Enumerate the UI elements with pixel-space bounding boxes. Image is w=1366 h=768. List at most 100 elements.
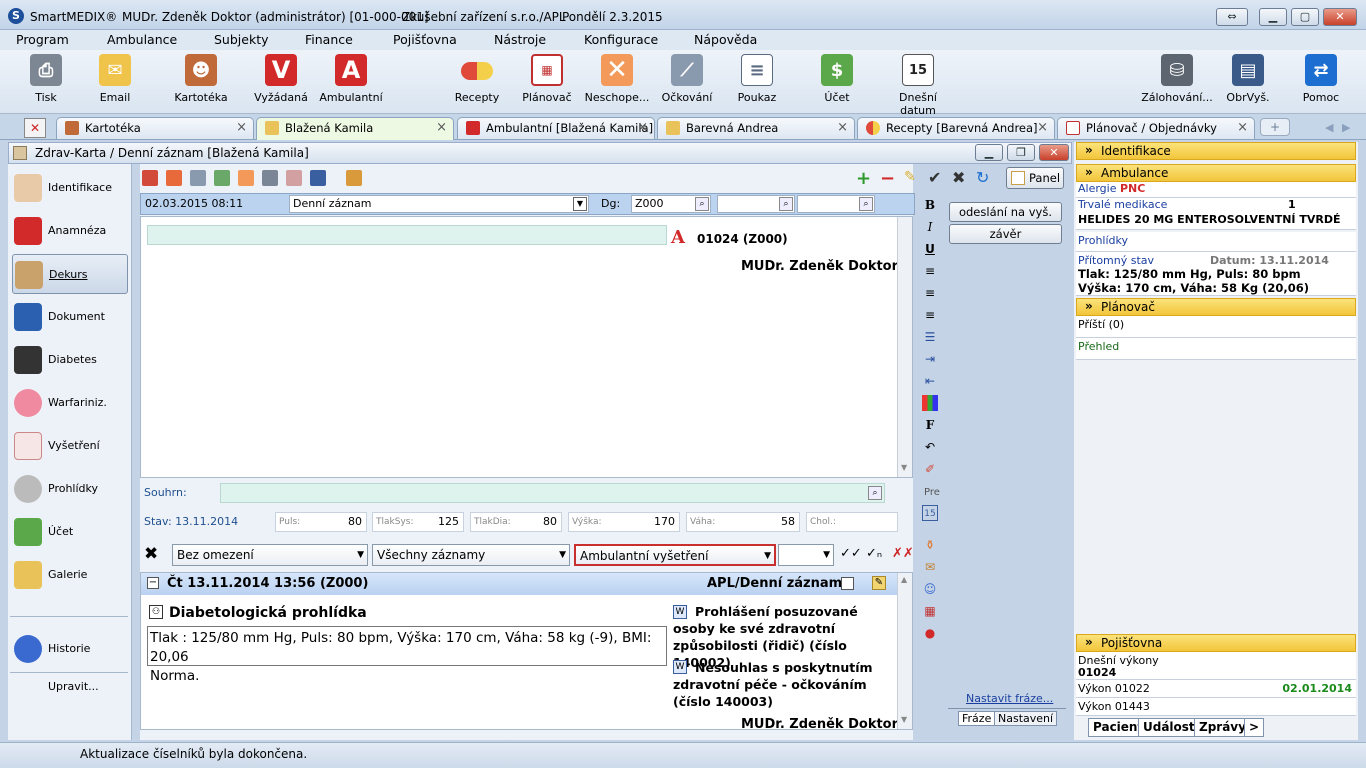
font-icon[interactable]: F (922, 417, 938, 433)
tab-fraze[interactable]: Fráze (958, 711, 996, 726)
vykon-01443-row[interactable]: Výkon 01443 (1076, 698, 1356, 716)
tab-more[interactable]: > (1244, 718, 1265, 737)
confirm-icon[interactable]: ✔ (928, 168, 941, 187)
nav-warfariniz[interactable]: Warfariniz. (12, 383, 128, 423)
pomoc-button[interactable]: ⇄ Pomoc (1285, 54, 1357, 104)
menu-nastroje[interactable]: Nástroje (494, 32, 546, 47)
record-body[interactable]: Tlak : 125/80 mm Hg, Puls: 80 bpm, Výška… (147, 626, 667, 684)
nav-prohlidky[interactable]: Prohlídky (12, 469, 128, 509)
new-tab-icon[interactable]: + (1260, 118, 1290, 136)
align-right-icon[interactable]: ≡ (922, 307, 938, 323)
cancel-icon[interactable]: ✖ (952, 168, 965, 187)
nav-upravit[interactable]: Upravit... (12, 667, 128, 707)
user-small-icon[interactable]: ☺ (922, 581, 938, 597)
neschopenka-button[interactable]: ✕ Neschope... (581, 54, 653, 104)
tab-close-icon[interactable]: × (637, 118, 648, 138)
tab-close-icon[interactable]: × (1037, 118, 1048, 138)
nav-dekurs[interactable]: Dekurs (12, 254, 128, 294)
refresh-icon[interactable]: ↻ (976, 168, 989, 187)
prohlidky-row[interactable]: Prohlídky (1076, 232, 1356, 252)
syringe-small-icon[interactable] (262, 170, 278, 186)
vital-chol[interactable]: Chol.: (806, 512, 898, 532)
undo-icon[interactable]: ↶ (922, 439, 938, 455)
tab-zpravy[interactable]: Zprávy (1194, 718, 1251, 737)
calendar-small-icon[interactable]: 15 (922, 505, 938, 521)
nav-historie[interactable]: Historie (12, 629, 128, 669)
search-icon[interactable]: ⌕ (859, 197, 873, 211)
pristi-row[interactable]: Příští (0) (1076, 316, 1356, 338)
doc-restore-button[interactable]: ❐ (1007, 144, 1035, 161)
minimize-button[interactable]: ▁ (1259, 8, 1287, 26)
bandage-small-icon[interactable] (238, 170, 254, 186)
record-editor[interactable]: A 01024 (Z000) MUDr. Zdeněk Doktor ▼ (140, 216, 913, 478)
clear-filter-icon[interactable]: ✖ (144, 544, 158, 564)
ucet-button[interactable]: $ Účet (801, 54, 873, 104)
filter-zaznamy-select[interactable]: Všechny záznamy ▼ (372, 544, 570, 566)
dnesni-vykony-row[interactable]: Dnešní výkony 01024 (1076, 652, 1356, 680)
tab-blazena-kamila[interactable]: Blažená Kamila × (256, 117, 454, 140)
menu-subjekty[interactable]: Subjekty (214, 32, 269, 47)
menu-napoveda[interactable]: Nápověda (694, 32, 757, 47)
vyzadana-button[interactable]: V Vyžádaná (245, 54, 317, 104)
search-icon[interactable]: ⌕ (779, 197, 793, 211)
dnesni-datum-button[interactable]: 15 Dnešní datum (880, 54, 956, 117)
doc-minimize-button[interactable]: ▁ (975, 144, 1003, 161)
kartoteka-button[interactable]: ☻ Kartotéka (165, 54, 237, 104)
print-button[interactable]: ⎙ Tisk (10, 54, 82, 104)
filter-extra-select[interactable]: ▼ (778, 544, 834, 566)
obrvys-button[interactable]: ▤ ObrVyš. (1212, 54, 1284, 104)
vital-tlakdia[interactable]: TlakDia: 80 (470, 512, 562, 532)
section-ambulance[interactable]: Ambulance (1076, 164, 1356, 182)
search-icon[interactable]: ⌕ (868, 486, 882, 500)
align-left-icon[interactable]: ≡ (922, 263, 938, 279)
close-all-tabs-icon[interactable]: ✕ (24, 118, 46, 138)
indent-icon[interactable]: ⇥ (922, 351, 938, 367)
editor-input-line[interactable] (147, 225, 667, 245)
vykon-01022-row[interactable]: Výkon 01022 02.01.2014 (1076, 680, 1356, 698)
record-checkbox[interactable] (841, 577, 854, 590)
word-small-icon[interactable] (310, 170, 326, 186)
section-identifikace[interactable]: Identifikace (1076, 142, 1356, 160)
align-center-icon[interactable]: ≡ (922, 285, 938, 301)
section-planovac[interactable]: Plánovač (1076, 298, 1356, 316)
underline-icon[interactable]: U (922, 241, 938, 257)
vital-vaha[interactable]: Váha: 58 (686, 512, 800, 532)
ockovani-button[interactable]: ⟋ Očkování (651, 54, 723, 104)
scroll-down-icon[interactable]: ▼ (901, 715, 907, 724)
dg3-input[interactable]: ⌕ (797, 195, 875, 213)
envelope-small-icon[interactable]: ✉ (922, 559, 938, 575)
italic-icon[interactable]: I (922, 219, 938, 235)
vital-tlaksys[interactable]: TlakSys: 125 (372, 512, 464, 532)
tab-scroll-left-icon[interactable]: ◀ (1325, 121, 1339, 135)
nav-vysetreni[interactable]: Vyšetření (12, 426, 128, 466)
menu-finance[interactable]: Finance (305, 32, 353, 47)
check-n-icon[interactable]: ✓ₙ (866, 546, 882, 561)
entry-datetime[interactable]: 02.03.2015 08:11 (145, 197, 243, 210)
nav-identifikace[interactable]: Identifikace (12, 168, 128, 208)
tab-ambulantni[interactable]: Ambulantní [Blažená Kamila] × (457, 117, 655, 139)
notes-icon[interactable] (190, 170, 206, 186)
odeslani-button[interactable]: odeslání na vyš. (949, 202, 1062, 222)
record-attachment-2[interactable]: Nesouhlas s poskytnutím zdravotní péče -… (673, 659, 883, 710)
nav-galerie[interactable]: Galerie (12, 555, 128, 595)
tab-planovac[interactable]: Plánovač / Objednávky × (1057, 117, 1255, 139)
maximize-button[interactable]: ▢ (1291, 8, 1319, 26)
bold-icon[interactable]: B (922, 197, 938, 213)
panel-button[interactable]: Panel (1006, 167, 1064, 189)
nastavit-fraze-link[interactable]: Nastavit fráze... (966, 692, 1053, 705)
outdent-icon[interactable]: ⇤ (922, 373, 938, 389)
filter-vysetreni-select[interactable]: Ambulantní vyšetření ▼ (574, 544, 776, 566)
email-button[interactable]: ✉ Email (79, 54, 151, 104)
pritomny-stav-row[interactable]: Přítomný stav Datum: 13.11.2014 Tlak: 12… (1076, 252, 1356, 296)
dg2-input[interactable]: ⌕ (717, 195, 795, 213)
doc-close-button[interactable]: ✕ (1039, 144, 1069, 161)
menu-pojistovna[interactable]: Pojišťovna (393, 32, 457, 47)
planovac-button[interactable]: ▦ Plánovač (511, 54, 583, 104)
tab-nastaveni[interactable]: Nastavení (994, 711, 1058, 726)
filter-omezeni-select[interactable]: Bez omezení ▼ (172, 544, 368, 566)
scroll-down-icon[interactable]: ▼ (901, 463, 907, 472)
tab-close-icon[interactable]: × (1237, 118, 1248, 138)
nav-ucet[interactable]: Účet (12, 512, 128, 552)
nav-anamneza[interactable]: Anamnéza (12, 211, 128, 251)
nav-dokument[interactable]: Dokument (12, 297, 128, 337)
